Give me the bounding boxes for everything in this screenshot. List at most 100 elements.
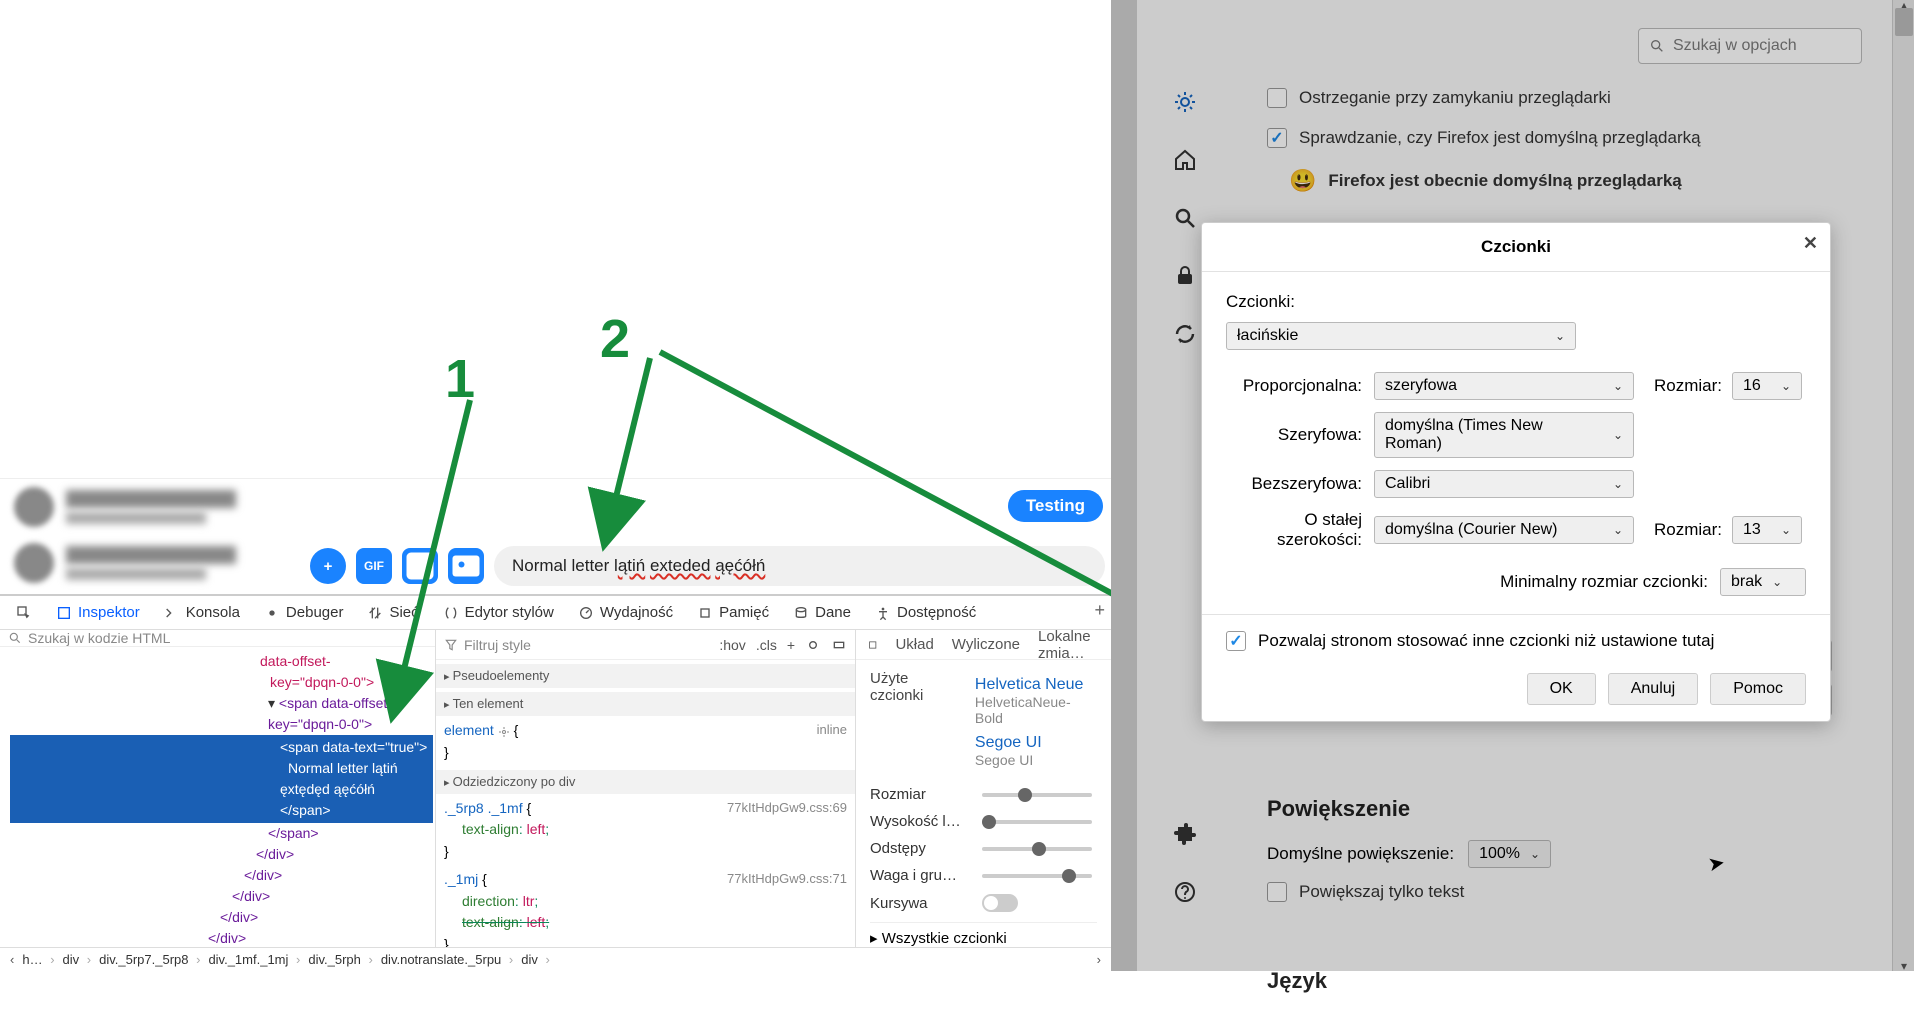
font-variant: Segoe UI (975, 752, 1097, 768)
crumb-arrow-right-icon[interactable]: › (1095, 952, 1103, 967)
size-slider[interactable]: Rozmiar (870, 786, 1097, 803)
allow-page-fonts-checkbox[interactable]: Pozwalaj stronom stosować inne czcionki … (1226, 631, 1806, 651)
italic-toggle[interactable]: Kursywa (870, 894, 1097, 912)
crumb-arrow-left-icon[interactable]: ‹ (8, 952, 16, 967)
chevron-down-icon: ⌄ (1613, 428, 1623, 442)
html-tree[interactable]: data-offset- key="dpqn-0-0"> ▾ <span dat… (0, 647, 435, 947)
gear-icon[interactable] (498, 726, 510, 738)
chevron-down-icon: ⌄ (1772, 575, 1782, 589)
mono-size-select[interactable]: 13⌄ (1732, 516, 1802, 544)
min-size-label: Minimalny rozmiar czcionki: (1500, 572, 1708, 592)
compose-icons: + GIF (310, 548, 484, 584)
html-panel: Szukaj w kodzie HTML + data-offset- key=… (0, 630, 436, 947)
testing-badge[interactable]: Testing (1008, 490, 1103, 522)
gif-icon[interactable]: GIF (356, 548, 392, 584)
search-icon (8, 631, 22, 645)
plus-icon[interactable]: + (310, 548, 346, 584)
tab-network[interactable]: Sieć (357, 600, 428, 625)
font-name: Helvetica Neue (975, 676, 1097, 694)
photo-icon (448, 548, 484, 584)
blurred-sub (66, 512, 206, 524)
dialog-body: Czcionki: łacińskie⌄ Proporcjonalna: sze… (1202, 272, 1830, 721)
right-pane-firefox-options: Szukaj w opcjach Ostrzeganie przy zamyka… (1111, 0, 1914, 971)
compose-row: + GIF Normal letter lątiń exteded ąęćółń (310, 546, 1105, 586)
scripts-label: Czcionki: (1226, 292, 1806, 312)
serif-label: Szeryfowa: (1226, 425, 1362, 445)
sans-row: Bezszeryfowa: Calibri⌄ (1226, 470, 1806, 498)
mono-row: O stałej szerokości: domyślna (Courier N… (1226, 510, 1806, 550)
mono-select[interactable]: domyślna (Courier New)⌄ (1374, 516, 1634, 544)
cls-toggle[interactable]: .cls (756, 637, 777, 653)
blurred-sub (66, 568, 206, 580)
compose-text: Normal letter lątiń exteded ąęćółń (512, 556, 765, 576)
cancel-button[interactable]: Anuluj (1608, 673, 1698, 705)
font-name: Segoe UI (975, 734, 1097, 752)
compose-input[interactable]: Normal letter lątiń exteded ąęćółń (494, 546, 1105, 586)
cat-pseudo[interactable]: Pseudoelementy (436, 664, 855, 688)
help-button[interactable]: Pomoc (1710, 673, 1806, 705)
chevron-down-icon: ⌄ (1613, 523, 1623, 537)
avatar (14, 543, 54, 583)
serif-select[interactable]: domyślna (Times New Roman)⌄ (1374, 412, 1634, 458)
funnel-icon (444, 638, 458, 652)
add-rule[interactable]: + (787, 637, 795, 653)
ok-button[interactable]: OK (1527, 673, 1596, 705)
weight-slider[interactable]: Waga i gru… (870, 867, 1097, 884)
prop-size-select[interactable]: 16⌄ (1732, 372, 1802, 400)
print-icon[interactable] (831, 637, 847, 653)
mono-size-label: Rozmiar: (1654, 520, 1722, 540)
devtools-body: Szukaj w kodzie HTML + data-offset- key=… (0, 630, 1111, 947)
serif-row: Szeryfowa: domyślna (Times New Roman)⌄ (1226, 412, 1806, 458)
dialog-title: Czcionki ✕ (1202, 223, 1830, 272)
tab-storage[interactable]: Dane (783, 600, 861, 625)
light-icon[interactable] (805, 637, 821, 653)
lineheight-slider[interactable]: Wysokość l… (870, 813, 1097, 830)
css-rules-panel: Filtruj style :hov .cls + Pseudoelementy… (436, 630, 856, 947)
conversation-item[interactable] (0, 479, 1111, 535)
tab-changes[interactable]: Lokalne zmia… (1038, 630, 1099, 662)
tab-debugger[interactable]: Debuger (254, 600, 354, 625)
devtools-tabs: Inspektor Konsola Debuger Sieć Edytor st… (0, 596, 1111, 630)
size-label: Rozmiar: (1654, 376, 1722, 396)
tab-accessibility[interactable]: Dostępność (865, 600, 986, 625)
sticker-icon[interactable] (402, 548, 438, 584)
tab-layout[interactable]: Układ (895, 636, 933, 653)
tab-inspector[interactable]: Inspektor (46, 600, 150, 625)
cat-inherit-div[interactable]: Odziedziczony po div (436, 770, 855, 794)
boxmodel-icon[interactable] (868, 637, 877, 653)
min-size-select[interactable]: brak⌄ (1720, 568, 1806, 596)
chevron-down-icon: ⌄ (1781, 379, 1791, 393)
fonts-dialog: Czcionki ✕ Czcionki: łacińskie⌄ Proporcj… (1201, 222, 1831, 722)
dialog-buttons: OK Anuluj Pomoc (1226, 673, 1806, 705)
chevron-down-icon: ⌄ (1613, 379, 1623, 393)
computed-tabs: Układ Wyliczone Lokalne zmia… (856, 630, 1111, 660)
tab-performance[interactable]: Wydajność (568, 600, 683, 625)
hov-toggle[interactable]: :hov (719, 637, 745, 653)
mono-label: O stałej szerokości: (1226, 510, 1362, 550)
all-fonts-header[interactable]: ▸ Wszystkie czcionki (870, 922, 1097, 947)
close-icon[interactable]: ✕ (1803, 233, 1818, 254)
cat-this[interactable]: Ten element (436, 692, 855, 716)
tab-style-editor[interactable]: Edytor stylów (433, 600, 564, 625)
selected-node[interactable]: <span data-text="true"> Normal letter lą… (10, 735, 433, 823)
blurred-name (66, 546, 236, 564)
proportional-select[interactable]: szeryfowa⌄ (1374, 372, 1634, 400)
spacing-slider[interactable]: Odstępy (870, 840, 1097, 857)
sans-select[interactable]: Calibri⌄ (1374, 470, 1634, 498)
filter-styles[interactable]: Filtruj style (444, 637, 709, 653)
divider (1202, 614, 1830, 615)
css-filter-bar: Filtruj style :hov .cls + (436, 630, 855, 660)
element-picker-icon[interactable] (6, 601, 42, 625)
chevron-down-icon: ⌄ (1781, 523, 1791, 537)
photo-icon[interactable] (448, 548, 484, 584)
tab-memory[interactable]: Pamięć (687, 600, 779, 625)
sticker-icon (402, 548, 438, 584)
tab-computed[interactable]: Wyliczone (952, 636, 1020, 653)
min-size-row: Minimalny rozmiar czcionki: brak⌄ (1226, 568, 1806, 596)
tab-console[interactable]: Konsola (154, 600, 250, 625)
breadcrumb[interactable]: ‹ h… div div._5rp7._5rp8 div._1mf._1mj d… (0, 947, 1111, 971)
html-search[interactable]: Szukaj w kodzie HTML + (0, 630, 435, 647)
scripts-select[interactable]: łacińskie⌄ (1226, 322, 1576, 350)
computed-panel: Układ Wyliczone Lokalne zmia… Użyte czci… (856, 630, 1111, 947)
css-rules[interactable]: Pseudoelementy Ten element inlineelement… (436, 660, 855, 947)
